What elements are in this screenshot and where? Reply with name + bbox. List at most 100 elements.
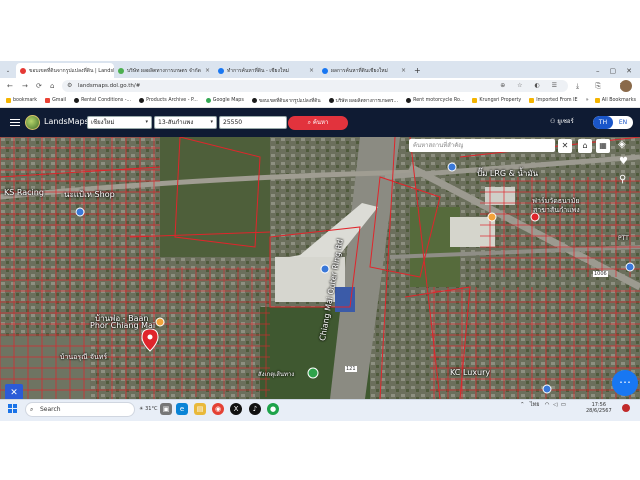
tiktok-icon[interactable]: ♪ [249, 403, 261, 415]
map-label: บ้านอรุณี จันทร์ [60, 353, 108, 361]
bookmark-item[interactable]: Google Maps [205, 98, 244, 103]
pin-icon[interactable]: ⚲ [619, 174, 626, 185]
weather-widget[interactable]: ☀ 31°C [139, 402, 157, 416]
province-select[interactable]: เชียงใหม่ ▾ [87, 116, 152, 129]
x-twitter-icon[interactable]: X [230, 403, 242, 415]
tab-facebook-1[interactable]: ทำการค้นหาที่ดิน - เชียงใหม่ × [214, 63, 318, 78]
minimize-icon[interactable]: – [596, 67, 600, 75]
bookmark-item[interactable]: Products Archive - P... [139, 98, 198, 103]
clock-date: 28/6/2567 [586, 408, 612, 414]
bookmark-item[interactable]: ขอบเขตที่ดินจากรูปแปลงที่ดิน [251, 97, 321, 105]
folder-icon [594, 98, 600, 103]
user-menu[interactable]: ⚇ ยูเซอร์ [550, 117, 574, 127]
file-explorer-icon[interactable]: ▤ [194, 403, 206, 415]
app-brand: LandsMaps [44, 117, 89, 126]
tab-title: ผลการค้นหาที่ดินเชียงใหม่ [331, 67, 388, 74]
close-icon[interactable]: × [398, 67, 406, 74]
chrome-icon[interactable]: ◉ [212, 403, 224, 415]
all-bookmarks[interactable]: » All Bookmarks [586, 98, 636, 103]
taskbar-clock[interactable]: 17:56 28/6/2567 [586, 402, 612, 414]
map-label: KS Racing [4, 188, 44, 197]
url-text: landsmaps.dol.go.th/# [78, 83, 141, 89]
chevron-right-icon[interactable]: » [586, 98, 589, 103]
tab-title: ขอบเขตที่ดินจากรูปแปลงที่ดิน | LandsMaps [29, 67, 114, 74]
back-icon[interactable]: ← [7, 80, 13, 92]
site-icon [328, 98, 334, 103]
bookmark-item[interactable]: Gmail [45, 98, 66, 103]
bookmark-item[interactable]: bookmark [6, 98, 37, 103]
system-tray[interactable]: ⌃ ไทย ◠ ◁ ▭ [520, 402, 566, 409]
highway-shield: 1006 [593, 271, 608, 277]
highway-shield: 121 [345, 366, 357, 372]
chevron-down-icon: ▾ [210, 119, 213, 125]
map-label: KC Luxury [450, 368, 491, 377]
close-window-icon[interactable]: ✕ [626, 67, 632, 75]
battery-icon: ▭ [560, 402, 566, 408]
edge-icon[interactable]: e [176, 403, 188, 415]
lang-en[interactable]: EN [613, 116, 633, 129]
district-select[interactable]: 13-สันกำแพง ▾ [154, 116, 217, 129]
language-indicator[interactable]: ไทย [530, 402, 540, 408]
line-icon[interactable]: ● [267, 403, 279, 415]
bookmark-item[interactable]: Imported From IE [529, 98, 578, 103]
layers-icon[interactable]: ◈ [618, 139, 626, 150]
site-info-icon[interactable]: ⚙ [67, 80, 72, 92]
tab-landsmaps[interactable]: ขอบเขตที่ดินจากรูปแปลงที่ดิน | LandsMaps… [16, 63, 114, 78]
close-icon[interactable]: × [306, 67, 314, 74]
profile-avatar[interactable] [620, 80, 632, 92]
address-actions-icons[interactable]: ⊕ ☆ ◐ ☰ [500, 80, 562, 92]
windows-start-icon[interactable] [8, 404, 18, 414]
chevron-down-icon: ▾ [145, 119, 148, 125]
map-label: Phor Chiang Mai [90, 321, 156, 330]
site-icon [251, 98, 257, 103]
favorite-heart-icon[interactable]: ♥ [619, 156, 628, 167]
bookmark-item[interactable]: Rental Conditions -... [74, 98, 131, 103]
home-icon[interactable]: ⌂ [50, 80, 54, 92]
map-label: นะแป้เห Shop [64, 190, 115, 199]
chevron-up-icon[interactable]: ⌃ [520, 402, 525, 408]
site-favicon-icon [118, 67, 124, 74]
facebook-favicon-icon [322, 67, 328, 74]
map-label: ปั๊ม LRG & น้ำมัน [477, 169, 539, 178]
parcel-number-input[interactable]: 25550 [219, 116, 287, 129]
folder-icon [472, 98, 478, 103]
taskbar-search[interactable]: ⌕ Search [25, 402, 135, 417]
tab-title: บริษัท ผลผลิตทางการเกษตร จำกัด [127, 67, 201, 74]
bookmark-item[interactable]: บริษัท ผลผลิตทางการเกษตร... [328, 97, 398, 105]
forward-icon[interactable]: → [22, 80, 28, 92]
place-search-input[interactable]: ค้นหาสถานที่สำคัญ [409, 139, 555, 152]
new-tab-button[interactable]: + [410, 63, 424, 78]
search-button[interactable]: ⌕ ค้นหา [288, 116, 348, 130]
search-icon: ⌕ [30, 406, 34, 413]
folder-icon [529, 98, 535, 103]
reload-icon[interactable]: ⟳ [36, 80, 42, 92]
close-icon[interactable]: × [202, 67, 210, 74]
map-label: สาขาสันกำแพง [533, 206, 580, 214]
bookmark-item[interactable]: Krungsri Property [472, 98, 521, 103]
tab-list-button[interactable]: ⌄ [0, 63, 16, 78]
task-view-icon[interactable]: ▣ [160, 403, 172, 415]
browser-tab-strip: ⌄ ขอบเขตที่ดินจากรูปแปลงที่ดิน | LandsMa… [0, 61, 640, 78]
site-icon [74, 98, 80, 103]
hamburger-menu-icon[interactable] [10, 117, 20, 128]
bookmarks-bar: bookmark Gmail Rental Conditions -... Pr… [0, 94, 640, 108]
tab-facebook-2[interactable]: ผลการค้นหาที่ดินเชียงใหม่ × [318, 63, 410, 78]
maps-icon [205, 98, 211, 103]
landsmaps-logo [25, 115, 40, 130]
top-margin [0, 0, 640, 61]
notification-icon[interactable] [622, 404, 630, 412]
url-bar[interactable]: ⚙ landsmaps.dol.go.th/# ⊕ ☆ ◐ ☰ [62, 80, 568, 92]
bookmark-item[interactable]: Rent motorcycle Ro... [406, 98, 464, 103]
home-building-icon[interactable]: ⌂ [578, 139, 592, 153]
close-search-icon[interactable]: ✕ [558, 139, 572, 153]
more-options-button[interactable]: ⋯ [612, 370, 638, 396]
lang-th[interactable]: TH [593, 116, 613, 129]
maximize-icon[interactable]: ▢ [610, 67, 617, 75]
gmail-icon [45, 98, 51, 103]
folder-icon [6, 98, 11, 103]
wifi-icon: ◠ [544, 402, 550, 408]
tab-company[interactable]: บริษัท ผลผลิตทางการเกษตร จำกัด × [114, 63, 214, 78]
grid-icon[interactable]: ▦ [596, 139, 610, 153]
facebook-favicon-icon [218, 67, 224, 74]
language-toggle[interactable]: TH EN [593, 116, 633, 129]
